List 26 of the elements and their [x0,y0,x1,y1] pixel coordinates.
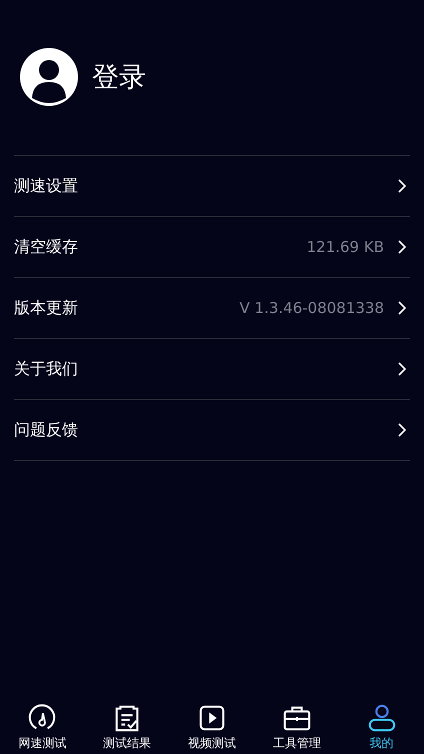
tab-icon [366,703,397,733]
settings-value: V 1.3.46-08081338 [240,299,384,317]
chevron-right-icon [398,179,406,193]
nav-tab[interactable]: 工具管理 [254,698,340,754]
chevron-right-icon [398,240,406,254]
settings-label: 版本更新 [14,298,79,318]
settings-item[interactable]: 关于我们 [14,339,410,400]
settings-label: 问题反馈 [14,420,79,440]
settings-label: 清空缓存 [14,236,79,258]
avatar-icon[interactable] [20,48,78,106]
nav-tab[interactable]: 视频测试 [170,698,254,754]
tab-icon [196,703,227,733]
settings-item[interactable]: 问题反馈 [14,400,410,461]
settings-item[interactable]: 清空缓存 121.69 KB [14,217,410,278]
settings-label: 关于我们 [14,358,79,380]
settings-label: 测速设置 [14,176,79,196]
nav-tab[interactable]: 网速测试 [0,698,85,754]
nav-tab[interactable]: 测试结果 [84,698,170,754]
chevron-right-icon [398,423,406,437]
login-link[interactable]: 登录 [92,59,146,95]
nav-tab[interactable]: 我的 [339,698,424,754]
chevron-right-icon [398,362,406,376]
settings-item[interactable]: 版本更新 V 1.3.46-08081338 [14,278,410,339]
chevron-right-icon [398,301,406,315]
settings-value: 121.69 KB [306,238,384,256]
settings-item[interactable]: 测速设置 [14,156,410,217]
